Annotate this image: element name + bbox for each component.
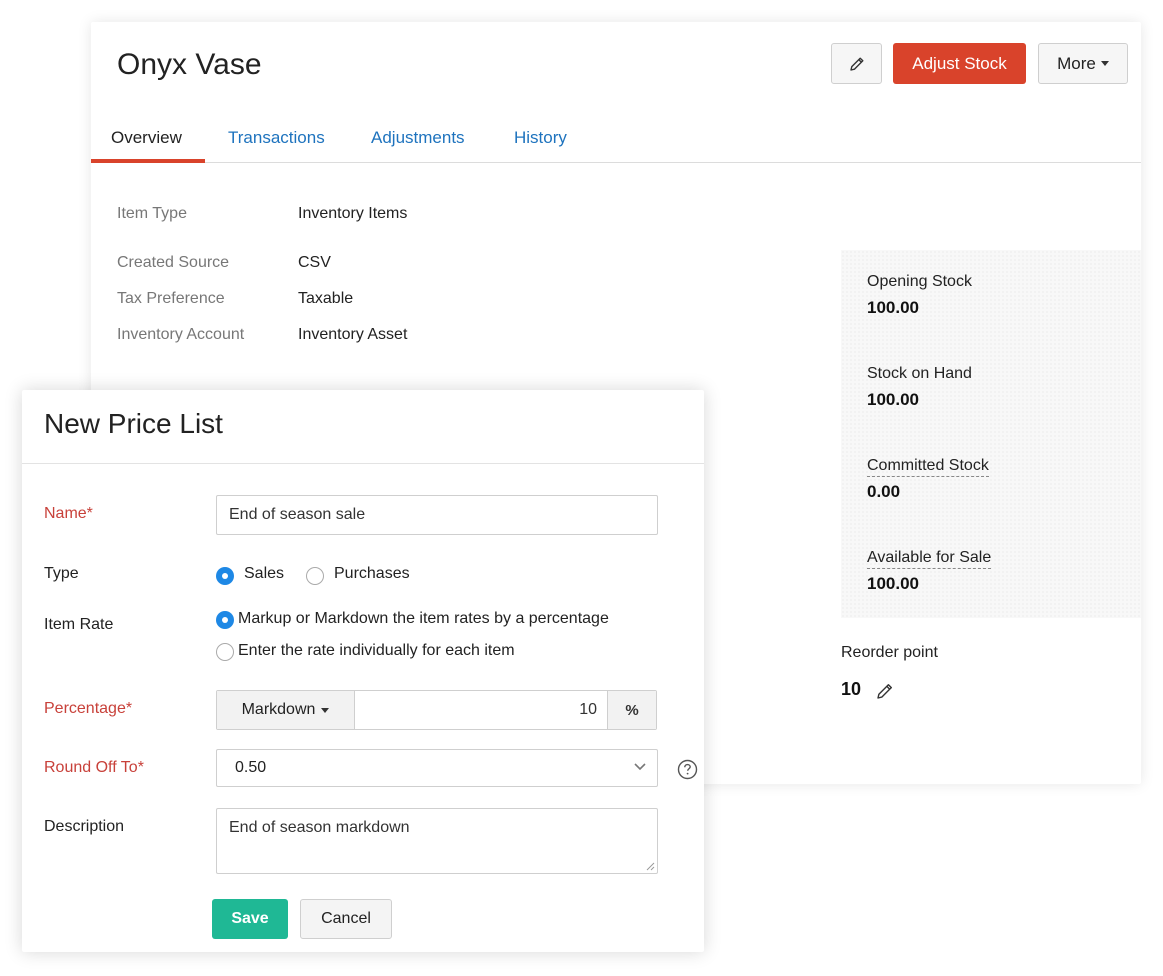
round-off-label: Round Off To* — [44, 759, 144, 776]
item-rate-individual-radio[interactable] — [216, 643, 234, 661]
pencil-icon[interactable] — [875, 681, 895, 701]
tab-adjustments[interactable]: Adjustments — [371, 128, 465, 148]
modal-title: New Price List — [44, 408, 223, 439]
percentage-input-group: Markdown 10 % — [216, 690, 657, 730]
available-for-sale-label[interactable]: Available for Sale — [867, 549, 992, 569]
more-button-label: More — [1057, 53, 1096, 73]
inventory-account-value: Inventory Asset — [298, 326, 408, 343]
tax-preference-value: Taxable — [298, 290, 354, 307]
stock-on-hand-label: Stock on Hand — [867, 365, 972, 382]
percentage-input[interactable]: 10 — [355, 691, 607, 729]
created-source-label: Created Source — [117, 254, 230, 271]
active-tab-indicator — [91, 159, 205, 163]
stock-summary-panel: Opening Stock 100.00 Stock on Hand 100.0… — [841, 250, 1141, 618]
committed-stock-value: 0.00 — [867, 482, 901, 501]
caret-down-icon — [1100, 61, 1109, 66]
more-button[interactable]: More — [1038, 43, 1128, 84]
name-label: Name* — [44, 505, 93, 522]
item-type-label: Item Type — [117, 205, 187, 222]
type-sales-radio[interactable] — [216, 567, 234, 585]
type-purchases-radio[interactable] — [306, 567, 324, 585]
item-title: Onyx Vase — [117, 48, 262, 81]
committed-stock-label[interactable]: Committed Stock — [867, 457, 989, 477]
item-rate-percentage-label[interactable]: Markup or Markdown the item rates by a p… — [238, 610, 609, 628]
type-label: Type — [44, 565, 79, 582]
inventory-account-label: Inventory Account — [117, 326, 245, 343]
chevron-down-icon — [634, 763, 646, 771]
edit-item-button[interactable] — [831, 43, 882, 84]
percent-unit: % — [607, 691, 656, 729]
reorder-point-label: Reorder point — [841, 644, 938, 661]
item-rate-percentage-radio[interactable] — [216, 611, 234, 629]
tax-preference-label: Tax Preference — [117, 290, 225, 307]
tab-history[interactable]: History — [514, 128, 567, 148]
type-purchases-label[interactable]: Purchases — [334, 565, 410, 583]
tab-overview[interactable]: Overview — [111, 128, 182, 148]
adjust-stock-button[interactable]: Adjust Stock — [893, 43, 1026, 84]
item-rate-individual-label[interactable]: Enter the rate individually for each ite… — [238, 642, 515, 660]
item-rate-label: Item Rate — [44, 616, 114, 633]
stock-on-hand-value: 100.00 — [867, 390, 919, 409]
help-icon[interactable] — [677, 759, 698, 780]
save-button[interactable]: Save — [212, 899, 288, 939]
name-input[interactable]: End of season sale — [216, 495, 658, 535]
created-source-value: CSV — [298, 254, 331, 271]
available-for-sale-value: 100.00 — [867, 574, 919, 593]
item-tabs: Overview Transactions Adjustments Histor… — [91, 120, 1141, 163]
description-textarea[interactable]: End of season markdown — [216, 808, 658, 874]
caret-down-icon — [321, 707, 330, 713]
modal-divider — [22, 463, 704, 464]
reorder-point-value: 10 — [841, 679, 862, 699]
pencil-icon — [849, 57, 863, 71]
markup-markdown-dropdown[interactable]: Markdown — [217, 691, 355, 729]
description-value: End of season markdown — [229, 819, 410, 836]
opening-stock-value: 100.00 — [867, 298, 919, 317]
type-sales-label[interactable]: Sales — [244, 565, 284, 583]
round-off-value: 0.50 — [235, 759, 267, 776]
tab-transactions[interactable]: Transactions — [228, 128, 325, 148]
description-label: Description — [44, 818, 125, 835]
resize-handle-icon[interactable] — [645, 861, 655, 871]
round-off-select[interactable]: 0.50 — [216, 749, 658, 787]
item-type-value: Inventory Items — [298, 205, 408, 222]
opening-stock-label: Opening Stock — [867, 273, 972, 290]
cancel-button[interactable]: Cancel — [300, 899, 392, 939]
markup-markdown-value: Markdown — [241, 701, 316, 718]
percentage-label: Percentage* — [44, 700, 133, 717]
new-price-list-modal: New Price List Name* End of season sale … — [22, 390, 704, 952]
